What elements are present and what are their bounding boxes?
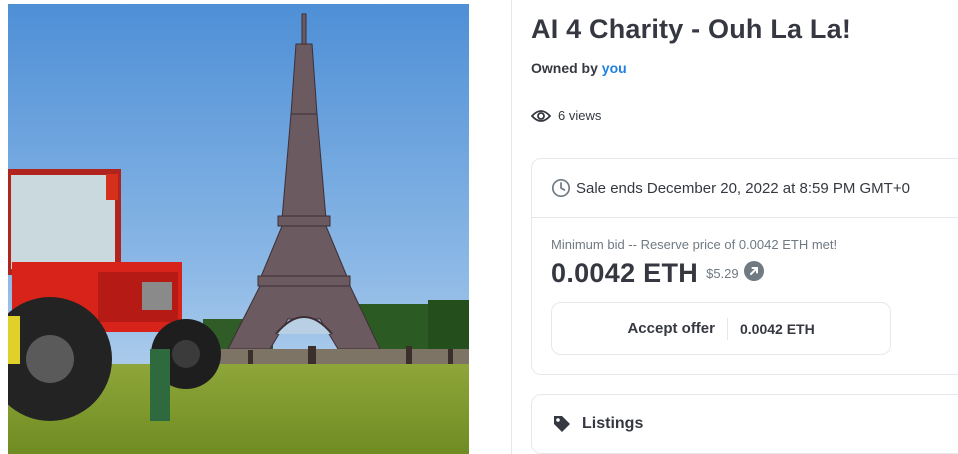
nft-title: AI 4 Charity - Ouh La La! bbox=[531, 14, 852, 44]
current-price: 0.0042 ETH bbox=[551, 258, 699, 288]
sale-body: Minimum bid -- Reserve price of 0.0042 E… bbox=[532, 218, 958, 355]
tag-icon bbox=[552, 414, 572, 434]
listings-section-toggle[interactable]: Listings bbox=[531, 394, 958, 454]
owner-line: Owned by you bbox=[531, 60, 627, 76]
owner-link[interactable]: you bbox=[602, 60, 627, 76]
arrow-up-right-icon[interactable] bbox=[743, 261, 764, 286]
accept-offer-value: 0.0042 ETH bbox=[740, 320, 815, 337]
accept-offer-label: Accept offer bbox=[627, 320, 715, 337]
price-usd: $5.29 bbox=[706, 266, 739, 281]
nft-artwork-image[interactable] bbox=[8, 4, 469, 454]
accept-offer-button[interactable]: Accept offer 0.0042 ETH bbox=[551, 302, 891, 355]
sale-header: Sale ends December 20, 2022 at 8:59 PM G… bbox=[532, 159, 958, 218]
owner-prefix: Owned by bbox=[531, 60, 598, 76]
sale-ends-text: Sale ends December 20, 2022 at 8:59 PM G… bbox=[576, 179, 910, 197]
clock-icon bbox=[551, 178, 571, 198]
panel-divider bbox=[511, 0, 512, 454]
listings-label: Listings bbox=[582, 415, 644, 432]
sale-card: Sale ends December 20, 2022 at 8:59 PM G… bbox=[531, 158, 958, 375]
minimum-bid-text: Minimum bid -- Reserve price of 0.0042 E… bbox=[551, 237, 838, 252]
views-count: 6 views bbox=[531, 108, 601, 123]
price-row: 0.0042 ETH $5.29 bbox=[551, 258, 951, 289]
eye-icon bbox=[531, 109, 551, 123]
views-label: 6 views bbox=[558, 108, 602, 123]
